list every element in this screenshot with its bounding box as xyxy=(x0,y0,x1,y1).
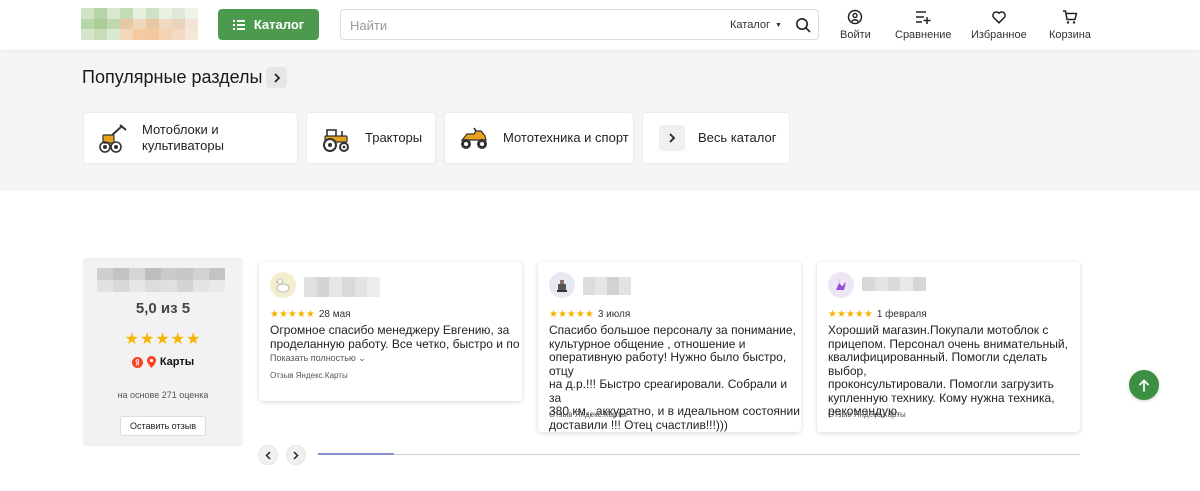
popular-sections-title: Популярные разделы xyxy=(82,67,263,87)
review-date: 3 июля xyxy=(597,309,631,320)
review-text-line: Спасибо большое персоналу за понимание, xyxy=(549,323,796,337)
logo[interactable] xyxy=(81,8,198,40)
review-date: 1 февраля xyxy=(876,309,927,320)
compare-icon xyxy=(916,11,931,24)
category-label-line1: Весь каталог xyxy=(698,130,777,145)
caret-down-icon: ▼ xyxy=(775,21,782,29)
category-label-line2: культиваторы xyxy=(142,138,224,153)
nav-cart[interactable]: Корзина xyxy=(1049,9,1091,41)
category-card-tillers[interactable]: Мотоблоки и культиваторы xyxy=(83,112,298,164)
review-card: ★★★★★ 3 июля Спасибо большое персоналу з… xyxy=(538,262,801,432)
goose-avatar-icon xyxy=(270,272,296,298)
category-label-line1: Мототехника и спорт xyxy=(503,130,629,145)
review-text-line: доставили !!! Отец счастлив!!!))) xyxy=(549,417,728,432)
review-text-line: прицепом. Персонал очень внимательный, xyxy=(828,336,1068,351)
review-text-line: квалифицированный. Помогли сделать выбор… xyxy=(828,350,1048,378)
review-date: 28 мая xyxy=(318,309,351,320)
catalog-button[interactable]: Каталог xyxy=(218,9,319,40)
show-more-label: Показать полностью xyxy=(270,353,356,363)
nav-compare[interactable]: Сравнение xyxy=(895,9,952,41)
company-name-blurred xyxy=(97,268,225,280)
review-stars: ★★★★★ xyxy=(549,309,594,320)
scroll-to-top-button[interactable] xyxy=(1129,370,1159,400)
leave-review-button[interactable]: Оставить отзыв xyxy=(120,416,206,436)
review-text-line: купленную технику. Кому нужна техника, xyxy=(828,390,1055,405)
slider-prev-button[interactable] xyxy=(258,445,278,465)
category-card-moto[interactable]: Мототехника и спорт xyxy=(444,112,634,164)
review-text-line: проделанную работу. Все четко, быстро и … xyxy=(270,336,520,351)
nav-favorites-label: Избранное xyxy=(971,29,1027,41)
yandex-maps-badge: Карты xyxy=(83,356,243,368)
review-stars: ★★★★★ xyxy=(828,309,873,320)
heart-icon xyxy=(992,11,1006,24)
nav-compare-label: Сравнение xyxy=(895,29,952,41)
reviewer-name-blurred xyxy=(862,277,926,291)
nav-login[interactable]: Войти xyxy=(840,9,871,41)
review-text-line: оперативную работу! Нужно было быстро, о… xyxy=(549,350,787,378)
slider-progress[interactable] xyxy=(318,453,1080,455)
review-source: Отзыв Яндекс.Карты xyxy=(828,410,906,419)
review-text-line: на д.р.!!! Быстро среагировали. Собрали … xyxy=(549,377,788,405)
popular-sections-arrow-button[interactable] xyxy=(266,67,287,88)
nav-favorites[interactable]: Избранное xyxy=(971,9,1027,41)
review-text-line: Огромное спасибо менеджеру Евгению, за xyxy=(270,323,510,337)
review-text-line: Хороший магазин.Покупали мотоблок с xyxy=(828,323,1049,337)
search-icon[interactable] xyxy=(795,17,811,33)
category-card-tractors[interactable]: Тракторы xyxy=(306,112,436,164)
review-text-line: культурное общение , отношение и xyxy=(549,336,746,351)
list-icon xyxy=(232,19,245,30)
show-more-link[interactable]: Показать полностью ⌄ xyxy=(270,353,366,364)
popular-sections: Популярные разделы Мотоблоки и культиват… xyxy=(0,50,1200,191)
chevron-right-icon xyxy=(669,133,676,143)
review-text: Хороший магазин.Покупали мотоблок с приц… xyxy=(828,323,1080,419)
search-scope-dropdown[interactable]: Каталог ▼ xyxy=(730,19,782,31)
chevron-down-icon: ⌄ xyxy=(358,353,366,363)
maps-label: Карты xyxy=(159,356,195,368)
rating-summary: 5,0 из 5 ★★★★★ Карты на основе 271 оценк… xyxy=(83,258,243,446)
catalog-button-label: Каталог xyxy=(253,17,305,32)
category-label-line1: Мотоблоки и xyxy=(142,122,219,137)
review-card: ★★★★★ 28 мая Огромное спасибо менеджеру … xyxy=(259,262,522,401)
category-card-all-catalog[interactable]: Весь каталог xyxy=(642,112,790,164)
rating-value: 5,0 из 5 xyxy=(135,300,191,317)
arrow-up-icon xyxy=(1139,378,1149,392)
user-icon xyxy=(848,9,863,25)
search-input[interactable] xyxy=(350,16,710,34)
slider-progress-fill xyxy=(318,453,395,455)
search-scope-label: Каталог xyxy=(730,19,770,31)
atv-icon xyxy=(460,127,487,149)
map-pin-icon xyxy=(146,356,156,368)
slider-next-button[interactable] xyxy=(286,445,306,465)
rating-stars: ★★★★★ xyxy=(124,331,202,348)
rating-based-on: на основе 271 оценка xyxy=(117,390,209,400)
review-text-line: проконсультировали. Помогли загрузить xyxy=(828,377,1054,391)
search-bar: Каталог ▼ xyxy=(340,9,819,40)
reviewer-name-blurred xyxy=(304,277,380,297)
tiller-icon xyxy=(99,124,127,153)
cart-icon xyxy=(1062,10,1078,24)
nav-cart-label: Корзина xyxy=(1049,29,1091,41)
review-stars: ★★★★★ xyxy=(270,309,315,320)
chevron-right-icon xyxy=(273,72,280,83)
company-name-blurred-2 xyxy=(97,280,225,292)
review-text: Огромное спасибо менеджеру Евгению, за п… xyxy=(270,323,520,351)
review-card: ★★★★★ 1 февраля Хороший магазин.Покупали… xyxy=(817,262,1080,432)
chevron-left-icon xyxy=(265,450,271,460)
review-source: Отзыв Яндекс.Карты xyxy=(270,371,348,380)
category-label-line1: Тракторы xyxy=(365,130,423,145)
chevron-right-icon xyxy=(293,450,299,460)
review-source: Отзыв Яндекс.Карты xyxy=(549,410,627,419)
yandex-logo-icon xyxy=(131,356,143,368)
tractor-icon xyxy=(323,129,349,152)
site-header: Каталог Каталог ▼ Войти Сравнение xyxy=(0,0,1200,50)
unicorn-avatar-icon xyxy=(828,272,854,298)
nav-login-label: Войти xyxy=(840,29,871,41)
reviewer-name-blurred xyxy=(583,277,631,295)
all-catalog-arrow xyxy=(659,125,685,151)
robot-avatar-icon xyxy=(549,272,575,298)
